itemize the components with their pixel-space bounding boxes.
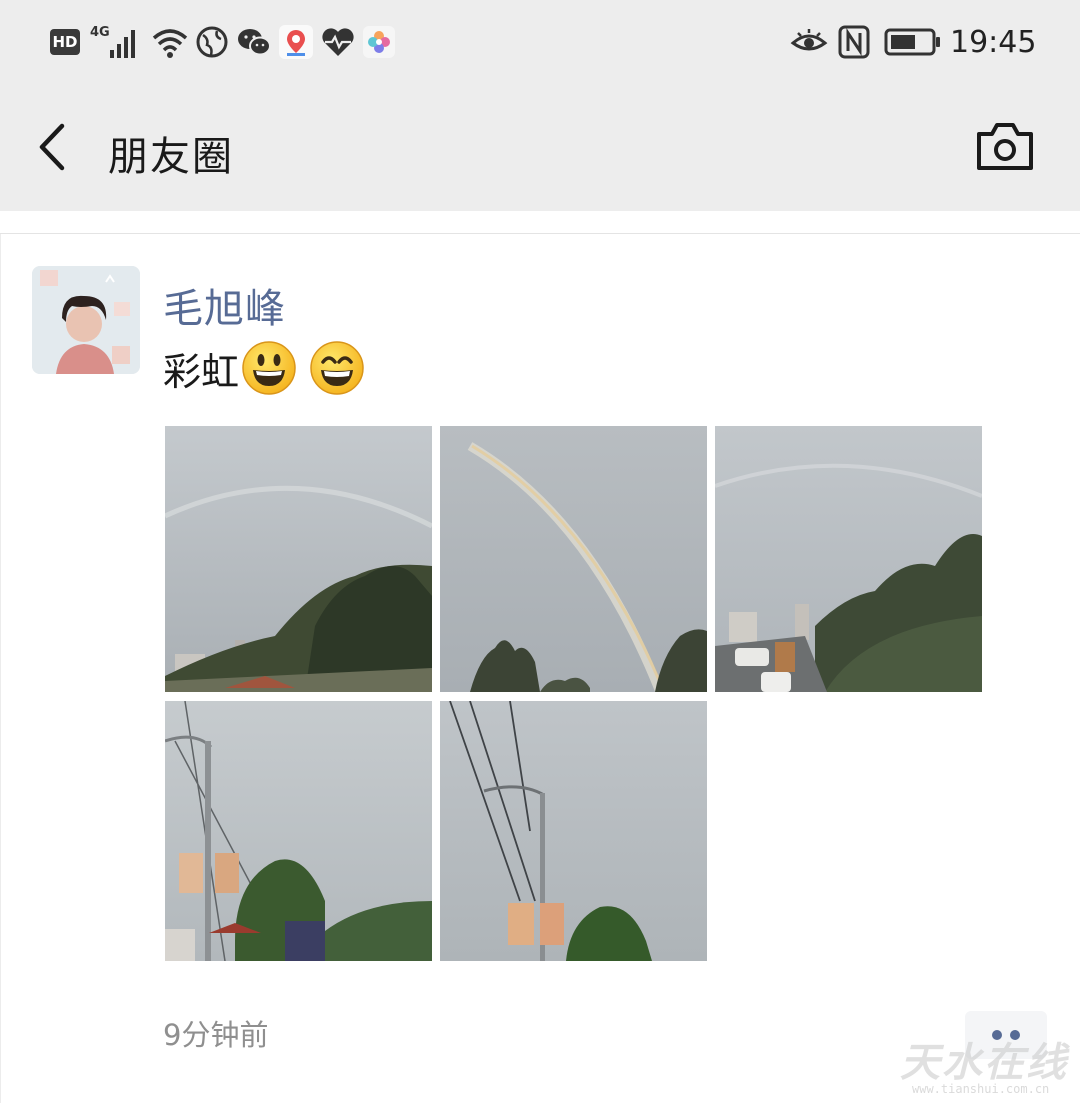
camera-icon[interactable] (974, 120, 1036, 174)
grin-emoji (309, 340, 365, 396)
wifi-icon (150, 22, 190, 62)
post-photo-2[interactable] (440, 426, 707, 692)
page-title: 朋友圈 (108, 134, 234, 180)
author-name[interactable]: 毛旭峰 (163, 276, 286, 334)
card-edge (0, 234, 1, 1103)
baidu-map-icon (279, 25, 313, 59)
signal-icon: 4G (90, 22, 144, 62)
nfc-icon (837, 22, 871, 62)
gallery-icon (363, 26, 395, 58)
post-photo-3[interactable] (715, 426, 982, 692)
globe-icon (195, 22, 229, 62)
health-icon (320, 22, 356, 62)
chevron-left-icon[interactable] (32, 120, 76, 174)
post-photo-5[interactable] (440, 701, 707, 961)
post-photo-1[interactable] (165, 426, 432, 692)
post-content: 彩虹 (163, 340, 365, 396)
network-type-label: 4G (90, 25, 110, 40)
clock-time: 19:45 (950, 24, 1037, 60)
section-divider (0, 233, 1080, 234)
post-photo-4[interactable] (165, 701, 432, 961)
eye-comfort-icon (790, 22, 828, 62)
battery-icon (884, 22, 942, 62)
hd-icon: HD (50, 29, 80, 55)
nav-bar: 朋友圈 (0, 84, 1080, 211)
watermark: 天水在线 www.tianshui.com.cn (900, 1030, 1075, 1100)
wechat-icon (236, 22, 272, 62)
post-text: 彩虹 (163, 349, 240, 394)
smiley-emoji (241, 340, 297, 396)
avatar[interactable] (32, 266, 140, 374)
watermark-text: 天水在线 (900, 1040, 1068, 1086)
post-timestamp: 9分钟前 (163, 1018, 269, 1052)
status-bar: HD 4G 19:45 (0, 0, 1080, 84)
watermark-url: www.tianshui.com.cn (912, 1082, 1050, 1096)
